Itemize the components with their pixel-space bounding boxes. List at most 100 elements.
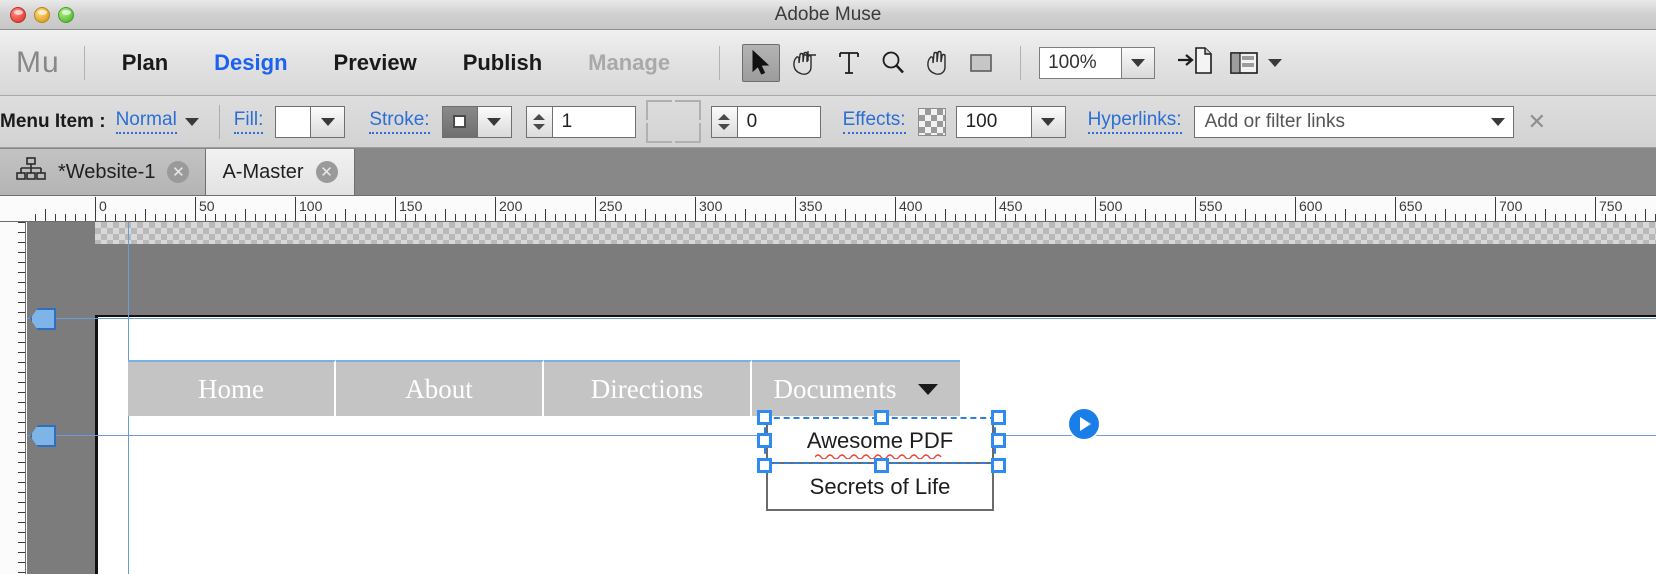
corner-top-right[interactable] [674, 100, 701, 120]
hyperlinks-input[interactable]: Add or filter links [1193, 105, 1514, 138]
fit-page-icon [1178, 47, 1212, 74]
rectangle-tool[interactable] [962, 44, 1000, 82]
ruler-minor-tick [865, 214, 866, 221]
ruler-minor-tick [1365, 214, 1366, 221]
resize-handle-bottom-center[interactable] [874, 458, 889, 473]
horizontal-ruler[interactable]: 0 50 100 150 200 250 300 350 400 450 500 550 600 650 7… [0, 196, 1656, 222]
resize-handle-top-center[interactable] [874, 410, 889, 425]
corner-radius-stepper[interactable] [710, 105, 737, 138]
selection-tool[interactable] [742, 43, 781, 82]
ruler-minor-tick [1565, 214, 1566, 221]
zoom-input[interactable]: 100% [1039, 46, 1122, 79]
mode-plan[interactable]: Plan [99, 50, 191, 76]
menu-item-state-value[interactable]: Normal [115, 109, 177, 134]
corner-bottom-right[interactable] [674, 123, 701, 143]
fit-page-button[interactable] [1177, 44, 1213, 81]
vertical-ruler[interactable] [0, 222, 26, 574]
fill-label[interactable]: Fill: [233, 109, 264, 134]
chevron-down-icon[interactable] [1490, 117, 1505, 126]
menu-item-directions[interactable]: Directions [544, 360, 752, 416]
ruler-major-tick [1395, 197, 1396, 221]
mode-design[interactable]: Design [191, 50, 310, 76]
ruler-minor-tick [255, 214, 256, 221]
selection-box[interactable] [757, 410, 1006, 473]
corner-selector[interactable] [645, 100, 701, 143]
hand-tool[interactable] [918, 44, 956, 82]
ruler-minor-tick [18, 462, 25, 463]
close-icon[interactable]: ✕ [167, 161, 190, 183]
text-tool[interactable] [830, 44, 868, 82]
ruler-minor-tick [1525, 214, 1526, 221]
ruler-minor-tick [18, 542, 25, 543]
stroke-weight-input[interactable]: 1 [551, 105, 636, 138]
ruler-minor-tick [18, 402, 25, 403]
hyperlinks-placeholder: Add or filter links [1204, 110, 1346, 132]
corner-radius-input[interactable]: 0 [736, 105, 821, 138]
opacity-checker-icon[interactable] [917, 107, 946, 136]
preview-mode-button[interactable] [1229, 48, 1283, 78]
crop-tool[interactable] [786, 44, 824, 82]
fill-swatch[interactable] [275, 105, 312, 138]
ruler-minor-tick [1355, 214, 1356, 221]
corner-bottom-left[interactable] [645, 123, 672, 143]
ruler-minor-tick [925, 214, 926, 221]
ruler-minor-tick [1415, 214, 1416, 221]
mode-publish[interactable]: Publish [440, 50, 565, 76]
opacity-input[interactable]: 100 [955, 105, 1032, 138]
opacity-dropdown-button[interactable] [1031, 105, 1066, 138]
stroke-dropdown-button[interactable] [477, 105, 512, 138]
resize-handle-middle-left[interactable] [757, 433, 772, 448]
resize-handle-bottom-left[interactable] [757, 458, 772, 473]
stroke-swatch[interactable] [441, 105, 478, 138]
guide-marker-bottom[interactable] [30, 425, 56, 447]
ruler-minor-tick [1105, 214, 1106, 221]
resize-handle-bottom-right[interactable] [991, 458, 1006, 473]
stroke-weight-stepper[interactable] [525, 105, 552, 138]
resize-handle-top-right[interactable] [991, 410, 1006, 425]
ruler-minor-tick [415, 214, 416, 221]
guide-marker-top[interactable] [30, 308, 56, 330]
ruler-minor-tick [18, 502, 25, 503]
stroke-label[interactable]: Stroke: [369, 109, 430, 134]
ruler-minor-tick [455, 214, 456, 221]
mode-preview[interactable]: Preview [311, 50, 440, 76]
magnifier-icon [882, 51, 904, 73]
ruler-label: 550 [1199, 198, 1223, 214]
menu-item-documents[interactable]: Documents [752, 360, 960, 416]
ruler-minor-tick [1475, 214, 1476, 221]
menu-item-home[interactable]: Home [128, 360, 336, 416]
close-icon[interactable]: ✕ [315, 161, 338, 183]
ruler-major-tick [795, 197, 796, 221]
options-close-icon[interactable]: ✕ [1528, 109, 1546, 135]
chevron-down-icon[interactable] [184, 117, 199, 126]
ruler-minor-tick [18, 432, 25, 433]
play-button[interactable] [1069, 409, 1099, 439]
zoom-tool[interactable] [874, 44, 912, 82]
ruler-minor-tick [605, 214, 606, 221]
document-tab-a-master[interactable]: A-Master ✕ [206, 149, 355, 195]
design-canvas[interactable]: Home About Directions Documents Awesome … [27, 222, 1656, 574]
effects-label[interactable]: Effects: [842, 109, 906, 134]
corner-top-left[interactable] [645, 100, 672, 120]
resize-handle-top-left[interactable] [757, 410, 772, 425]
ruler-minor-tick [235, 214, 236, 221]
ruler-label: 500 [1099, 198, 1123, 214]
ruler-major-tick [295, 197, 296, 221]
hyperlinks-label[interactable]: Hyperlinks: [1087, 109, 1182, 134]
ruler-minor-tick [1625, 214, 1626, 221]
ruler-minor-tick [675, 214, 676, 221]
ruler-label: 150 [399, 198, 423, 214]
ruler-minor-tick [1155, 214, 1156, 221]
ruler-label: 200 [499, 198, 523, 214]
chevron-down-icon [1131, 58, 1146, 67]
ruler-minor-tick [18, 302, 25, 303]
site-menu-widget[interactable]: Home About Directions Documents [128, 360, 960, 416]
fill-dropdown-button[interactable] [311, 105, 346, 138]
menu-item-about[interactable]: About [336, 360, 544, 416]
zoom-dropdown-button[interactable] [1121, 46, 1156, 79]
ruler-major-tick [595, 197, 596, 221]
resize-handle-middle-right[interactable] [991, 433, 1006, 448]
document-tab-website-1[interactable]: *Website-1 ✕ [0, 149, 207, 195]
ruler-minor-tick [1065, 214, 1066, 221]
horizontal-guide-top[interactable] [27, 318, 1656, 319]
